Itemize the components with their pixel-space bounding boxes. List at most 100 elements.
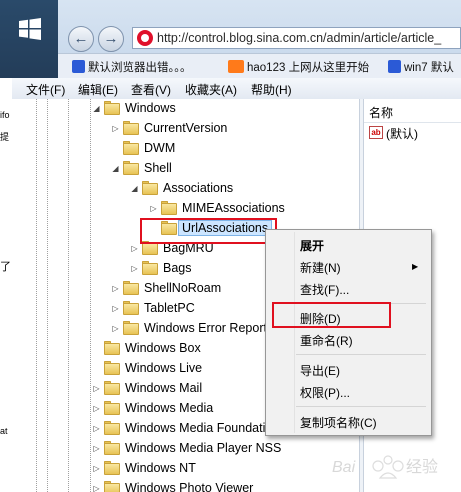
menu-bar: 文件(F) 编辑(E) 查看(V) 收藏夹(A) 帮助(H) bbox=[12, 78, 461, 100]
menu-favorites[interactable]: 收藏夹(A) bbox=[185, 81, 237, 98]
favorite-item[interactable]: hao123 上网从这里开始 bbox=[228, 59, 369, 75]
menu-item-find[interactable]: 查找(F)... bbox=[300, 281, 349, 298]
folder-body bbox=[104, 383, 120, 395]
browser-window: ← → http://control.blog.sina.com.cn/admi… bbox=[58, 0, 461, 79]
expand-arrow-icon[interactable]: ▷ bbox=[92, 384, 101, 393]
address-text: http://control.blog.sina.com.cn/admin/ar… bbox=[157, 31, 442, 45]
collapse-arrow-icon[interactable]: ◢ bbox=[130, 184, 139, 193]
menu-help[interactable]: 帮助(H) bbox=[251, 81, 292, 98]
folder-icon bbox=[123, 121, 139, 135]
folder-body bbox=[123, 283, 139, 295]
highlight-box-selected-key bbox=[140, 218, 277, 244]
folder-body bbox=[123, 163, 139, 175]
folder-body bbox=[123, 143, 139, 155]
folder-icon bbox=[161, 201, 177, 215]
expand-arrow-icon[interactable]: ▷ bbox=[111, 284, 120, 293]
tree-node-label: TabletPC bbox=[144, 301, 195, 315]
folder-icon bbox=[142, 181, 158, 195]
address-bar[interactable]: http://control.blog.sina.com.cn/admin/ar… bbox=[132, 27, 461, 49]
expand-arrow-icon[interactable]: ▷ bbox=[92, 424, 101, 433]
favorite-item[interactable]: 默认浏览器出错。。。 bbox=[72, 59, 192, 75]
menu-item-rename[interactable]: 重命名(R) bbox=[300, 332, 353, 349]
folder-body bbox=[104, 463, 120, 475]
collapse-arrow-icon[interactable]: ◢ bbox=[92, 104, 101, 113]
folder-icon bbox=[123, 141, 139, 155]
tree-node-label: Windows Media Player NSS bbox=[125, 441, 282, 455]
folder-icon bbox=[104, 461, 120, 475]
tree-node-label: Associations bbox=[163, 181, 234, 195]
folder-body bbox=[142, 183, 158, 195]
tree-node-label: DWM bbox=[144, 141, 176, 155]
hao123-icon bbox=[228, 60, 244, 73]
tree-guide-line bbox=[36, 99, 37, 492]
folder-icon bbox=[123, 301, 139, 315]
expand-arrow-icon[interactable]: ▷ bbox=[111, 324, 120, 333]
folder-icon bbox=[104, 381, 120, 395]
expand-arrow-icon[interactable]: ▷ bbox=[149, 204, 158, 213]
folder-body bbox=[104, 403, 120, 415]
no-expander bbox=[111, 144, 120, 153]
tree-node-label: Windows Media Foundatio bbox=[125, 421, 273, 435]
folder-body bbox=[161, 203, 177, 215]
back-button[interactable]: ← bbox=[68, 26, 94, 52]
tree-node-label: CurrentVersion bbox=[144, 121, 228, 135]
folder-body bbox=[123, 123, 139, 135]
menu-separator bbox=[296, 354, 426, 355]
expand-arrow-icon[interactable]: ▷ bbox=[111, 124, 120, 133]
forward-button[interactable]: → bbox=[98, 26, 124, 52]
menu-view[interactable]: 查看(V) bbox=[131, 81, 171, 98]
paw-icon bbox=[388, 60, 401, 73]
folder-icon bbox=[104, 101, 120, 115]
folder-icon bbox=[104, 401, 120, 415]
menu-item-new[interactable]: 新建(N) ▶ bbox=[300, 259, 420, 276]
menu-file[interactable]: 文件(F) bbox=[26, 81, 65, 98]
tree-node-label: ShellNoRoam bbox=[144, 281, 222, 295]
tree-node-label: Windows NT bbox=[125, 461, 196, 475]
expand-arrow-icon[interactable]: ▷ bbox=[111, 304, 120, 313]
expand-arrow-icon[interactable]: ▷ bbox=[130, 244, 139, 253]
windows-start-icon[interactable] bbox=[19, 18, 41, 40]
favorite-item[interactable]: win7 默认 bbox=[388, 59, 454, 75]
tree-node-label: Shell bbox=[144, 161, 172, 175]
folder-body bbox=[104, 343, 120, 355]
folder-icon bbox=[104, 361, 120, 375]
string-value-icon: ab bbox=[369, 126, 383, 139]
expand-arrow-icon[interactable]: ▷ bbox=[92, 464, 101, 473]
folder-icon bbox=[142, 261, 158, 275]
svg-text:Bai: Bai bbox=[332, 459, 356, 476]
expand-arrow-icon[interactable]: ▷ bbox=[92, 404, 101, 413]
tree-node-label: Windows Live bbox=[125, 361, 203, 375]
folder-body bbox=[104, 103, 120, 115]
folder-body bbox=[142, 263, 158, 275]
baidu-watermark-logo: Bai 经验 bbox=[332, 455, 438, 479]
expand-arrow-icon[interactable]: ▷ bbox=[130, 264, 139, 273]
tree-node-label: MIMEAssociations bbox=[182, 201, 285, 215]
value-default[interactable]: (默认) bbox=[386, 125, 418, 142]
folder-icon bbox=[123, 321, 139, 335]
expand-arrow-icon[interactable]: ▷ bbox=[92, 484, 101, 492]
folder-body bbox=[104, 483, 120, 492]
highlight-box-delete bbox=[272, 302, 391, 328]
tree-node-label: Bags bbox=[163, 261, 192, 275]
tree-node-label: Windows bbox=[125, 101, 176, 115]
context-menu: 展开 新建(N) ▶ 查找(F)... 删除(D) 重命名(R) 导出(E) 权… bbox=[265, 229, 432, 436]
no-expander bbox=[92, 344, 101, 353]
column-header-name[interactable]: 名称 bbox=[364, 102, 461, 123]
tree-guide-line bbox=[68, 99, 69, 492]
folder-icon bbox=[123, 161, 139, 175]
tree-node-label: Windows Box bbox=[125, 341, 201, 355]
menu-item-copy-key-name[interactable]: 复制项名称(C) bbox=[300, 414, 377, 431]
menu-separator bbox=[296, 406, 426, 407]
no-expander bbox=[92, 364, 101, 373]
menu-item-permissions[interactable]: 权限(P)... bbox=[300, 384, 350, 401]
menu-item-export[interactable]: 导出(E) bbox=[300, 362, 340, 379]
folder-body bbox=[142, 243, 158, 255]
menu-item-expand[interactable]: 展开 bbox=[300, 237, 324, 254]
paw-icon bbox=[72, 60, 85, 73]
collapse-arrow-icon[interactable]: ◢ bbox=[111, 164, 120, 173]
menu-edit[interactable]: 编辑(E) bbox=[78, 81, 118, 98]
tree-guide-line bbox=[47, 99, 48, 492]
page-edge: ifo 提 了 at bbox=[0, 78, 12, 492]
svg-text:经验: 经验 bbox=[406, 458, 438, 476]
expand-arrow-icon[interactable]: ▷ bbox=[92, 444, 101, 453]
